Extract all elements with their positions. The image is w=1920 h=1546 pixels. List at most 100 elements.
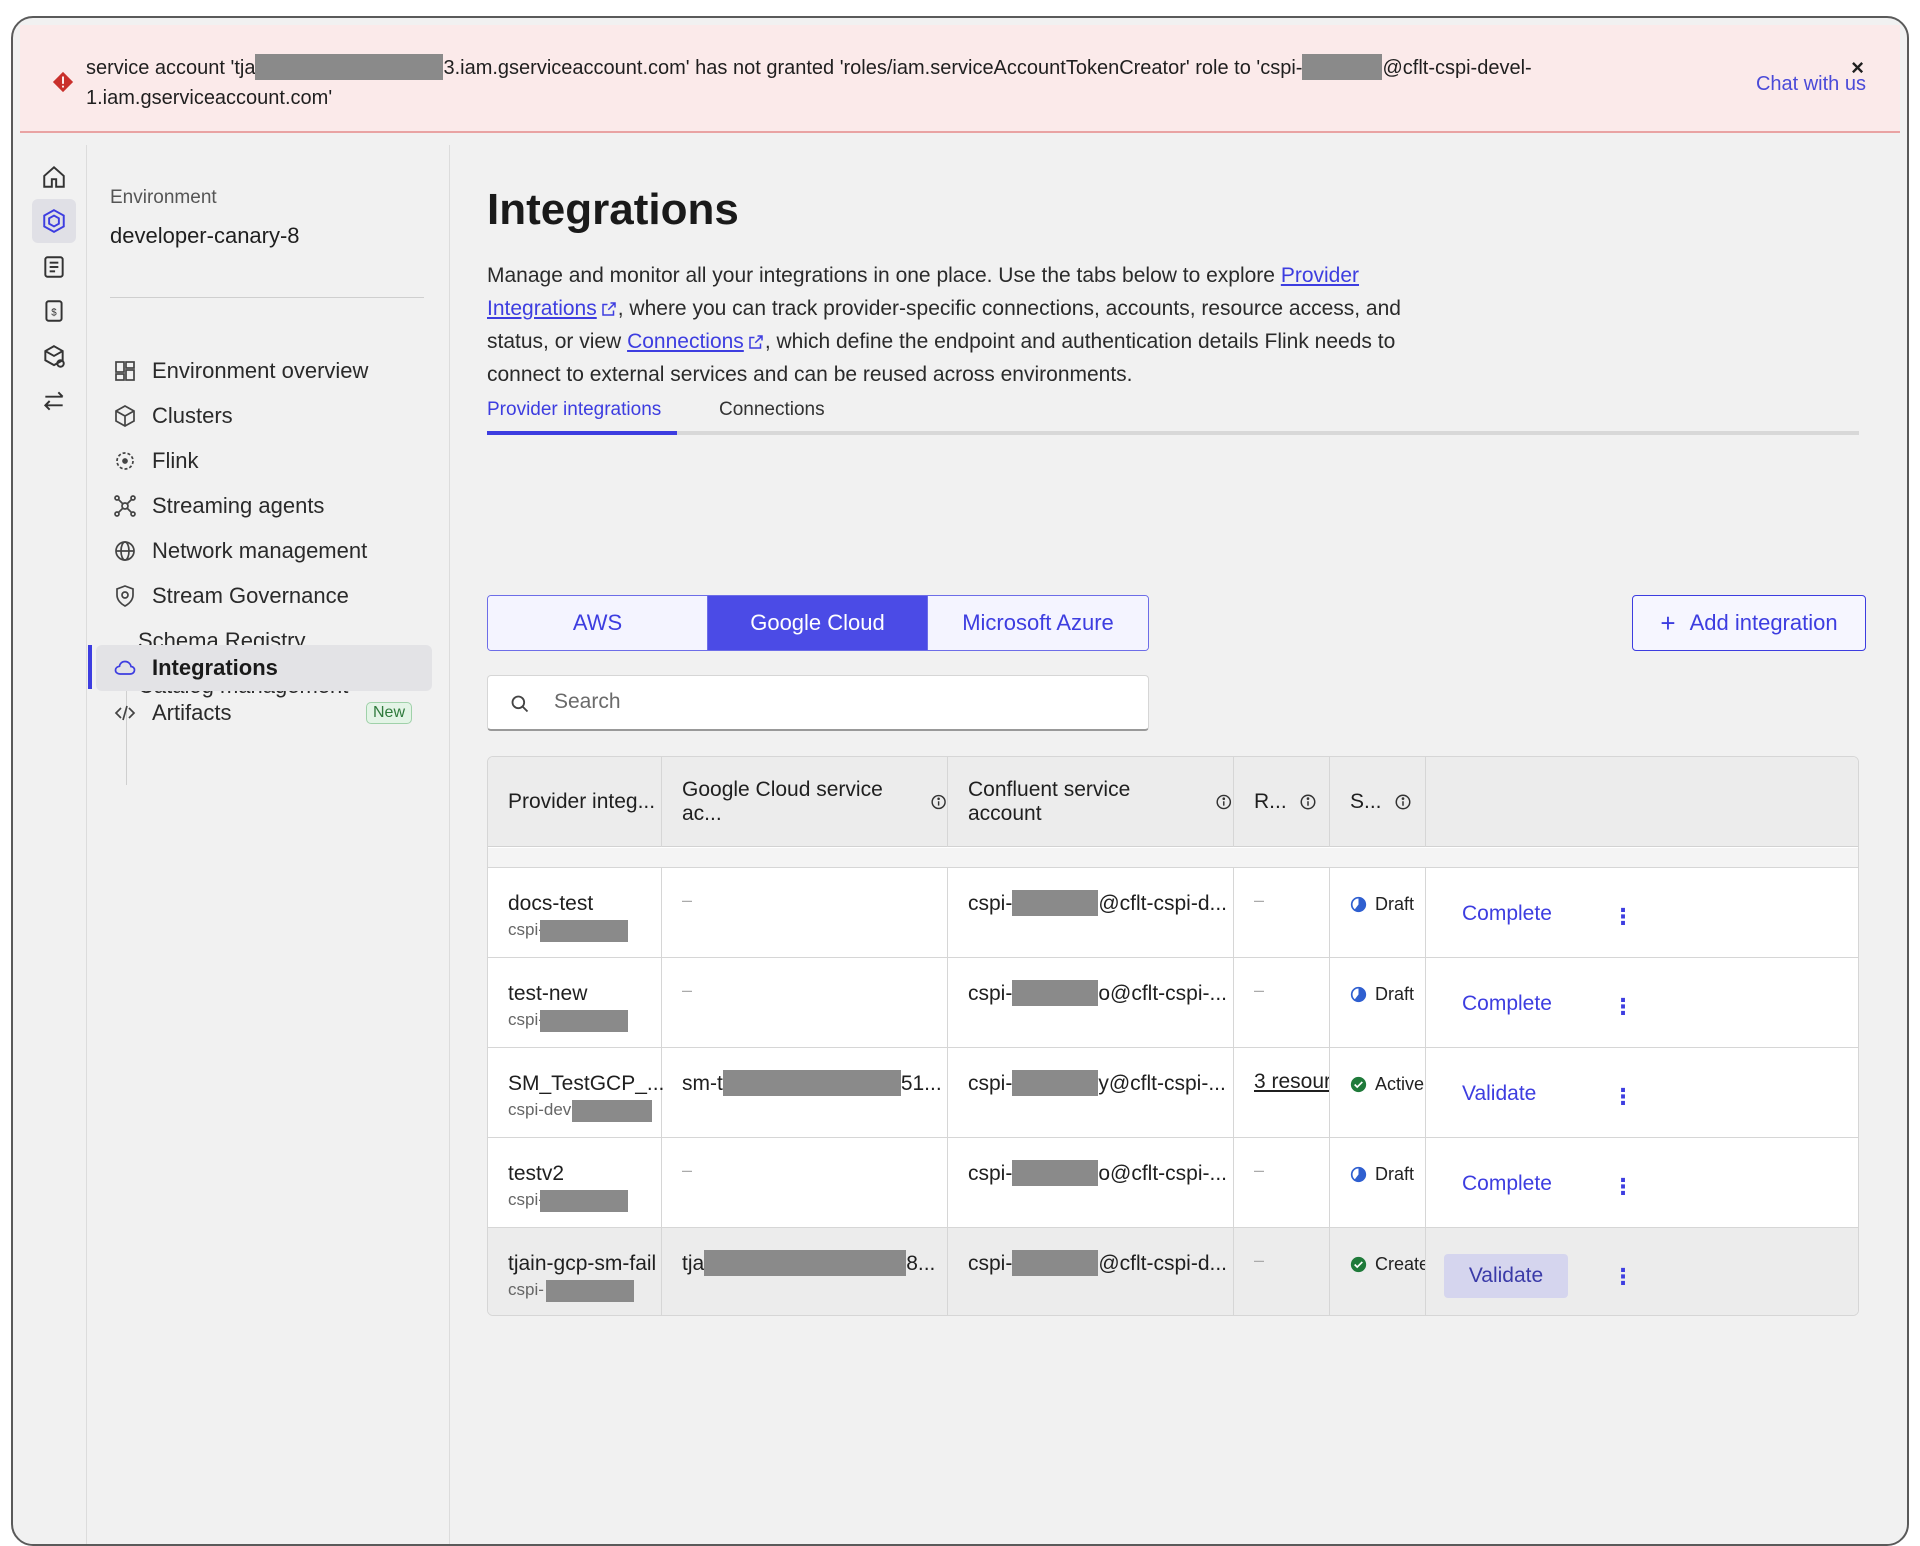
cell-confluent: cspi-y@cflt-cspi-... xyxy=(948,1048,1234,1138)
tab-provider-integrations[interactable]: Provider integrations xyxy=(487,399,661,421)
error-text-2: 3.iam.gserviceaccount.com' has not grant… xyxy=(443,57,1303,79)
cell-actions: Validate ⋮ xyxy=(1426,1048,1858,1138)
error-icon xyxy=(52,71,74,93)
more-options-icon[interactable]: ⋮ xyxy=(1612,994,1634,1020)
billing-icon[interactable]: $ xyxy=(32,289,76,333)
marketplace-icon[interactable] xyxy=(32,335,76,379)
empty-value: – xyxy=(682,980,693,1000)
environment-name[interactable]: developer-canary-8 xyxy=(110,223,300,249)
cell-resources: – xyxy=(1234,1138,1330,1228)
validate-button[interactable]: Validate xyxy=(1462,1082,1536,1106)
cell-name: test-new cspi- xyxy=(488,958,662,1048)
info-icon[interactable] xyxy=(1215,793,1233,811)
cell-actions: Complete ⋮ xyxy=(1426,1138,1858,1228)
tab-track xyxy=(487,431,1859,435)
redacted-block xyxy=(546,1280,634,1302)
add-integration-label: Add integration xyxy=(1689,610,1838,635)
cell-name: SM_TestGCP_... cspi-dev xyxy=(488,1048,664,1138)
complete-button[interactable]: Complete xyxy=(1462,902,1552,926)
nav-environment-overview[interactable]: Environment overview xyxy=(96,348,432,394)
nav-integrations[interactable]: Integrations xyxy=(96,645,432,691)
info-icon[interactable] xyxy=(1394,793,1412,811)
cell-status: Draft xyxy=(1330,1138,1426,1228)
provider-aws-button[interactable]: AWS xyxy=(488,596,708,650)
main-content: Integrations Manage and monitor all your… xyxy=(451,145,1900,1544)
intro-text: Manage and monitor all your integrations… xyxy=(487,259,1447,391)
provider-azure-button[interactable]: Microsoft Azure xyxy=(928,596,1148,650)
redacted-block xyxy=(704,1250,907,1277)
redacted-block xyxy=(255,53,444,80)
header-label: R... xyxy=(1254,790,1287,813)
add-integration-button[interactable]: + Add integration xyxy=(1632,595,1866,651)
account-suffix: @cflt-cspi-d... xyxy=(1098,892,1228,915)
nav-label: Network management xyxy=(152,538,368,563)
more-options-icon[interactable]: ⋮ xyxy=(1612,1264,1634,1290)
column-header-status[interactable]: S... xyxy=(1330,757,1426,847)
external-link-icon xyxy=(749,335,763,350)
more-options-icon[interactable]: ⋮ xyxy=(1612,1174,1634,1200)
globe-icon xyxy=(112,538,138,564)
status-badge: Draft xyxy=(1350,984,1414,1005)
cell-gcp: – xyxy=(662,958,948,1048)
transfer-icon[interactable] xyxy=(32,379,76,423)
agents-icon xyxy=(112,493,138,519)
environment-icon[interactable] xyxy=(32,199,76,243)
info-icon[interactable] xyxy=(1299,793,1317,811)
nav-clusters[interactable]: Clusters xyxy=(96,393,432,439)
table-row[interactable]: docs-test cspi- – cspi- @cflt-cspi-d... –… xyxy=(488,868,1858,958)
info-icon[interactable] xyxy=(930,793,947,811)
table-row[interactable]: testv2 cspi- – cspi-o@cflt-cspi-... – Dr… xyxy=(488,1138,1858,1228)
nav-label: Stream Governance xyxy=(152,583,349,608)
cell-actions: Complete ⋮ xyxy=(1426,868,1858,958)
chat-with-us-link[interactable]: Chat with us xyxy=(1756,73,1866,96)
column-header-provider-integration[interactable]: Provider integ... xyxy=(488,757,662,847)
table-row[interactable]: SM_TestGCP_... cspi-dev sm-t 51... cspi-y… xyxy=(488,1048,1858,1138)
search-box xyxy=(487,675,1149,731)
more-options-icon[interactable]: ⋮ xyxy=(1612,904,1634,930)
nav-flink[interactable]: Flink xyxy=(96,438,432,484)
nav-artifacts[interactable]: Artifacts New xyxy=(96,690,432,736)
cell-resources: – xyxy=(1234,1228,1330,1315)
gcp-account: tja 8... xyxy=(682,1250,935,1277)
document-icon[interactable] xyxy=(32,245,76,289)
resources-link[interactable]: 3 resourc xyxy=(1254,1070,1329,1094)
divider xyxy=(110,297,424,298)
redacted-block xyxy=(1012,980,1099,1007)
dashboard-icon xyxy=(112,358,138,384)
complete-button[interactable]: Complete xyxy=(1462,1172,1552,1196)
cell-actions: Validate ⋮ xyxy=(1426,1228,1858,1315)
column-header-confluent-service-account[interactable]: Confluent service account xyxy=(948,757,1234,847)
tab-connections[interactable]: Connections xyxy=(719,399,825,421)
table-row[interactable]: test-new cspi- – cspi-o@cflt-cspi-... – … xyxy=(488,958,1858,1048)
nav-label: Environment overview xyxy=(152,358,369,383)
nav-label: Clusters xyxy=(152,403,233,428)
connections-link[interactable]: Connections xyxy=(627,330,744,353)
flink-icon xyxy=(112,448,138,474)
complete-button[interactable]: Complete xyxy=(1462,992,1552,1016)
provider-selector: AWS Google Cloud Microsoft Azure xyxy=(487,595,1149,651)
integration-name: test-new xyxy=(508,982,588,1005)
search-input[interactable] xyxy=(554,676,1114,728)
cell-name: testv2 cspi- xyxy=(488,1138,662,1228)
cell-gcp: sm-t 51... xyxy=(662,1048,948,1138)
redacted-block xyxy=(722,1070,901,1097)
nav-streaming-agents[interactable]: Streaming agents xyxy=(96,483,432,529)
nav-network-management[interactable]: Network management xyxy=(96,528,432,574)
column-header-resources[interactable]: R... xyxy=(1234,757,1330,847)
integration-name: testv2 xyxy=(508,1162,565,1185)
home-icon[interactable] xyxy=(32,155,76,199)
integration-id: cspi- xyxy=(508,920,544,939)
status-badge: Draft xyxy=(1350,1164,1414,1185)
table-row[interactable]: tjain-gcp-sm-fail cspi- tja 8... cspi- @cf… xyxy=(488,1228,1858,1315)
validate-button[interactable]: Validate xyxy=(1444,1254,1568,1298)
cloud-icon xyxy=(112,655,138,681)
active-indicator xyxy=(88,645,92,689)
nav-label: Integrations xyxy=(152,655,278,680)
more-options-icon[interactable]: ⋮ xyxy=(1612,1084,1634,1110)
redacted-block xyxy=(1302,53,1383,80)
nav-stream-governance[interactable]: Stream Governance xyxy=(96,573,432,619)
account-prefix: sm-t xyxy=(682,1072,723,1095)
column-header-gcp-service-account[interactable]: Google Cloud service ac... xyxy=(662,757,948,847)
provider-google-cloud-button[interactable]: Google Cloud xyxy=(708,596,928,650)
icon-rail: $ xyxy=(20,145,87,1544)
